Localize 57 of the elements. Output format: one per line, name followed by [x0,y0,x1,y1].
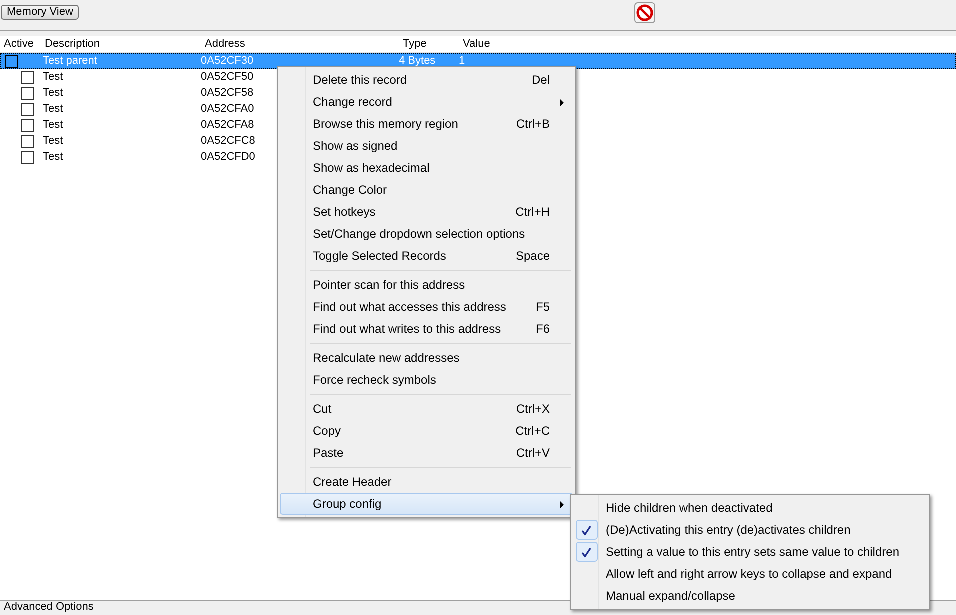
menu-item[interactable]: Recalculate new addresses [280,347,573,369]
menu-item[interactable]: Copy Ctrl+C [280,420,573,442]
status-text: Advanced Options [4,601,94,613]
address-text: 0A52CF30 [201,55,254,67]
submenu-arrow-icon [560,99,564,107]
menu-item[interactable]: Hide children when deactivated [573,497,927,519]
submenu-arrow-icon [560,501,564,509]
menu-item[interactable]: Manual expand/collapse [573,585,927,607]
menu-item[interactable]: Change Color [280,179,573,201]
address-text: 0A52CFD0 [201,151,256,163]
menu-item[interactable]: Cut Ctrl+X [280,398,573,420]
column-header[interactable]: Description [41,36,201,52]
description-text: Test parent [43,55,98,67]
menu-item[interactable]: Toggle Selected Records Space [280,245,573,267]
menu-item[interactable]: Change record [280,91,573,113]
checkbox[interactable] [21,86,34,100]
menu-item[interactable]: Delete this record Del [280,69,573,91]
menu-item[interactable]: Show as signed [280,135,573,157]
description-text: Test [43,151,64,163]
address-text: 0A52CFC8 [201,135,256,147]
menu-item[interactable]: Create Header [280,471,573,493]
description-text: Test [43,135,64,147]
menu-item[interactable]: Set/Change dropdown selection options [280,223,573,245]
description-text: Test [43,103,64,115]
type-text: 4 Bytes [399,55,436,67]
address-text: 0A52CFA0 [201,103,254,115]
column-header[interactable]: Active [0,36,41,52]
address-text: 0A52CFA8 [201,119,254,131]
checkbox[interactable] [5,54,18,68]
checkbox[interactable] [21,70,34,84]
menu-item[interactable]: Browse this memory region Ctrl+B [280,113,573,135]
menu-item[interactable]: Allow left and right arrow keys to collapse and expand [573,563,927,585]
address-text: 0A52CF50 [201,71,254,83]
menu-item[interactable]: Force recheck symbols [280,369,573,391]
checkbox[interactable] [21,150,34,164]
menu-item[interactable]: Find out what writes to this address F6 [280,318,573,340]
memory-view-button[interactable]: Memory View [1,5,80,20]
stop-icon[interactable] [634,2,656,24]
menu-item[interactable]: (De)Activating this entry (de)activates children [573,519,927,541]
column-header[interactable]: Type [399,36,459,52]
checkbox[interactable] [21,134,34,148]
description-text: Test [43,119,64,131]
menu-item[interactable]: Set hotkeys Ctrl+H [280,201,573,223]
description-text: Test [43,87,64,99]
column-header[interactable]: Address [201,36,399,52]
menu-item[interactable]: Group config [280,493,573,515]
value-text: 1 [459,55,466,67]
menu-item[interactable]: Find out what accesses this address F5 [280,296,573,318]
menu-item[interactable]: Show as hexadecimal [280,157,573,179]
menu-item[interactable]: Paste Ctrl+V [280,442,573,464]
column-header[interactable]: Value [459,36,490,52]
menu-item[interactable]: Setting a value to this entry sets same value to children [573,541,927,563]
description-text: Test [43,71,64,83]
checkbox[interactable] [21,118,34,132]
address-text: 0A52CF58 [201,87,254,99]
checkbox[interactable] [21,102,34,116]
menu-item[interactable]: Pointer scan for this address [280,274,573,296]
